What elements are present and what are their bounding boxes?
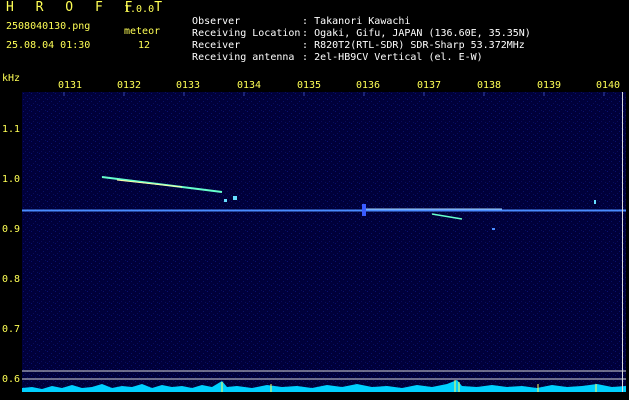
y-tick-label: 0.7 xyxy=(2,324,21,335)
y-tick-label: 1.1 xyxy=(2,124,21,135)
x-tick-label: 0139 xyxy=(537,80,562,91)
y-tick-label: 1.0 xyxy=(2,174,21,185)
x-tick-label: 0138 xyxy=(477,80,502,91)
noise-floor xyxy=(22,92,626,392)
app-version: 1.0.0 xyxy=(124,4,155,15)
meteor-echo xyxy=(362,204,366,216)
spectrogram-canvas xyxy=(22,92,626,392)
x-tick-label: 0132 xyxy=(117,80,142,91)
y-tick-label: 0.8 xyxy=(2,274,21,285)
date-time: 25.08.04 01:30 xyxy=(6,40,91,51)
right-border xyxy=(622,92,623,392)
x-tick-label: 0137 xyxy=(417,80,442,91)
spectrogram xyxy=(22,92,626,392)
x-tick-label: 0140 xyxy=(596,80,621,91)
meteor-count: 12 xyxy=(138,40,151,51)
info-key: Receiving antenna xyxy=(192,52,295,63)
y-axis-unit: kHz xyxy=(2,73,21,84)
y-tick-label: 0.6 xyxy=(2,374,21,385)
x-tick-label: 0135 xyxy=(297,80,322,91)
meteor-echo xyxy=(224,199,227,202)
x-tick-label: 0134 xyxy=(237,80,262,91)
x-tick-label: 0136 xyxy=(356,80,381,91)
x-tick-label: 0131 xyxy=(58,80,83,91)
y-tick-label: 0.9 xyxy=(2,224,21,235)
info-value: : 2el-HB9CV Vertical (el. E-W) xyxy=(302,52,483,63)
meteor-echo xyxy=(594,200,596,204)
x-tick-label: 0133 xyxy=(176,80,201,91)
file-name: 2508040130.png xyxy=(6,21,91,32)
meteor-echo xyxy=(233,196,237,200)
info-row-antenna: Receiving antenna : 2el-HB9CV Vertical (e… xyxy=(180,40,483,64)
meteor-echo xyxy=(492,228,495,230)
meteor-label: meteor xyxy=(124,26,161,37)
